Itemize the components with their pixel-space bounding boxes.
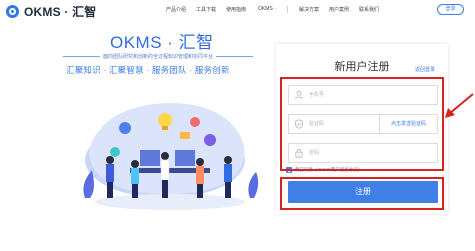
logo-icon: [6, 5, 19, 18]
annotation-highlight-fields: [280, 77, 444, 171]
nav-user-guide[interactable]: 使用指南: [226, 6, 246, 13]
floating-icon: [204, 134, 216, 146]
hero-title: OKMS · 汇智: [110, 33, 214, 52]
hero-tags: 汇聚知识 · 汇聚智慧 · 服务团队 · 服务创新: [66, 65, 230, 75]
hero-subtitle: 面向团队研究和创新的全过程知识管理和协同平台: [103, 54, 214, 60]
annotation-arrow-icon: [445, 93, 474, 118]
nav-okms[interactable]: OKMS ·: [258, 6, 276, 12]
nav-solutions[interactable]: 解决方案: [299, 6, 319, 13]
logo[interactable]: OKMS · 汇智: [6, 3, 96, 20]
team-illustration: [83, 103, 259, 210]
top-header: OKMS · 汇智 产品介绍 工具下载 使用指南 OKMS · 解决方案 用户案…: [0, 0, 475, 20]
nav-tool-download[interactable]: 工具下载: [196, 6, 216, 13]
person: [224, 156, 232, 198]
person: [196, 158, 204, 198]
floating-icon: [110, 147, 120, 157]
lightbulb-icon: [158, 113, 172, 127]
plant: [83, 170, 94, 198]
nav-divider: [287, 6, 288, 13]
monitor: [175, 150, 195, 166]
nav-contact-us[interactable]: 联系我们: [359, 6, 379, 13]
divider: [63, 56, 100, 57]
nav-product-intro[interactable]: 产品介绍: [166, 6, 186, 13]
back-to-login-link[interactable]: 返回登录: [415, 66, 435, 73]
lightbulb-base: [162, 126, 168, 130]
person: [106, 156, 114, 198]
floor-shadow: [95, 194, 245, 210]
logo-text: OKMS · 汇智: [24, 5, 97, 19]
login-button[interactable]: 登录: [437, 4, 464, 15]
floating-icon: [119, 122, 131, 134]
hero-subtitle-row: 面向团队研究和创新的全过程知识管理和协同平台: [63, 53, 254, 60]
monitor: [140, 150, 160, 166]
divider: [216, 56, 254, 57]
floating-icon: [180, 132, 190, 139]
nav-user-cases[interactable]: 用户案例: [329, 6, 349, 13]
floating-icon: [190, 117, 200, 127]
person: [131, 160, 139, 198]
annotation-highlight-register: [280, 177, 444, 210]
plant: [248, 172, 259, 198]
